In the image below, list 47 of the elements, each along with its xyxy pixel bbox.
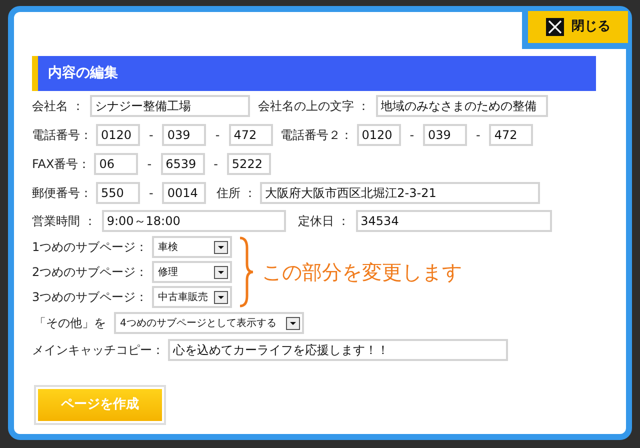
field-label: 定休日 ： xyxy=(298,213,350,230)
field-label: 営業時間 ： xyxy=(32,213,96,230)
field-label: 会社名の上の文字 ： xyxy=(258,98,370,115)
input-field[interactable]: 472 xyxy=(489,124,534,146)
separator: - xyxy=(214,127,221,144)
section-header: 内容の編集 xyxy=(32,56,596,91)
dropdown[interactable]: 車検 xyxy=(152,236,232,258)
dropdown[interactable]: 中古車販売 xyxy=(152,286,232,308)
field-label: 郵便番号： xyxy=(32,185,92,202)
input-field[interactable]: 9:00～18:00 xyxy=(102,210,286,232)
input-field[interactable]: 地域のみなさまのための整備 xyxy=(376,95,548,117)
input-field[interactable]: 0120 xyxy=(96,124,140,146)
input-field[interactable]: 6539 xyxy=(160,153,205,175)
field-label: 電話番号： xyxy=(32,127,92,144)
close-button[interactable]: 閉じる xyxy=(522,11,628,49)
input-field[interactable]: 550 xyxy=(96,182,140,204)
input-field[interactable]: 039 xyxy=(423,124,468,146)
field-label: 住所 ： xyxy=(216,185,256,202)
field-label: FAX番号： xyxy=(32,156,90,173)
input-field[interactable]: 大阪府大阪市西区北堀江2-3-21 xyxy=(260,182,540,204)
separator: - xyxy=(212,156,219,173)
input-field[interactable]: 心を込めてカーライフを応援します！！ xyxy=(168,339,508,361)
separator: - xyxy=(146,156,153,173)
field-label: 「その他」を xyxy=(34,315,106,332)
separator: - xyxy=(148,127,154,144)
input-field[interactable]: 0120 xyxy=(356,124,401,146)
separator: - xyxy=(475,127,482,144)
dropdown[interactable]: 4つめのサブページとして表示する xyxy=(114,312,304,334)
field-label: 電話番号２： xyxy=(280,127,353,144)
annotation-text: この部分を変更します xyxy=(262,259,462,286)
field-label: 3つめのサブページ： xyxy=(32,289,149,306)
input-field[interactable]: 039 xyxy=(162,124,206,146)
field-label: 2つめのサブページ： xyxy=(32,264,149,281)
separator: - xyxy=(408,127,416,144)
field-label: メインキャッチコピー： xyxy=(32,342,164,359)
input-field[interactable]: 06 xyxy=(94,153,138,175)
field-label: 会社名 ： xyxy=(32,98,84,115)
curly-brace-icon xyxy=(238,236,254,308)
input-field[interactable]: 472 xyxy=(228,124,273,146)
close-icon xyxy=(546,18,564,36)
input-field[interactable]: シナジー整備工場 xyxy=(90,95,250,117)
field-label: 1つめのサブページ： xyxy=(32,239,149,256)
separator: - xyxy=(148,185,154,202)
dropdown[interactable]: 修理 xyxy=(152,261,232,283)
input-field[interactable]: 34534 xyxy=(356,210,552,232)
input-field[interactable]: 5222 xyxy=(226,153,271,175)
input-field[interactable]: 0014 xyxy=(162,182,206,204)
